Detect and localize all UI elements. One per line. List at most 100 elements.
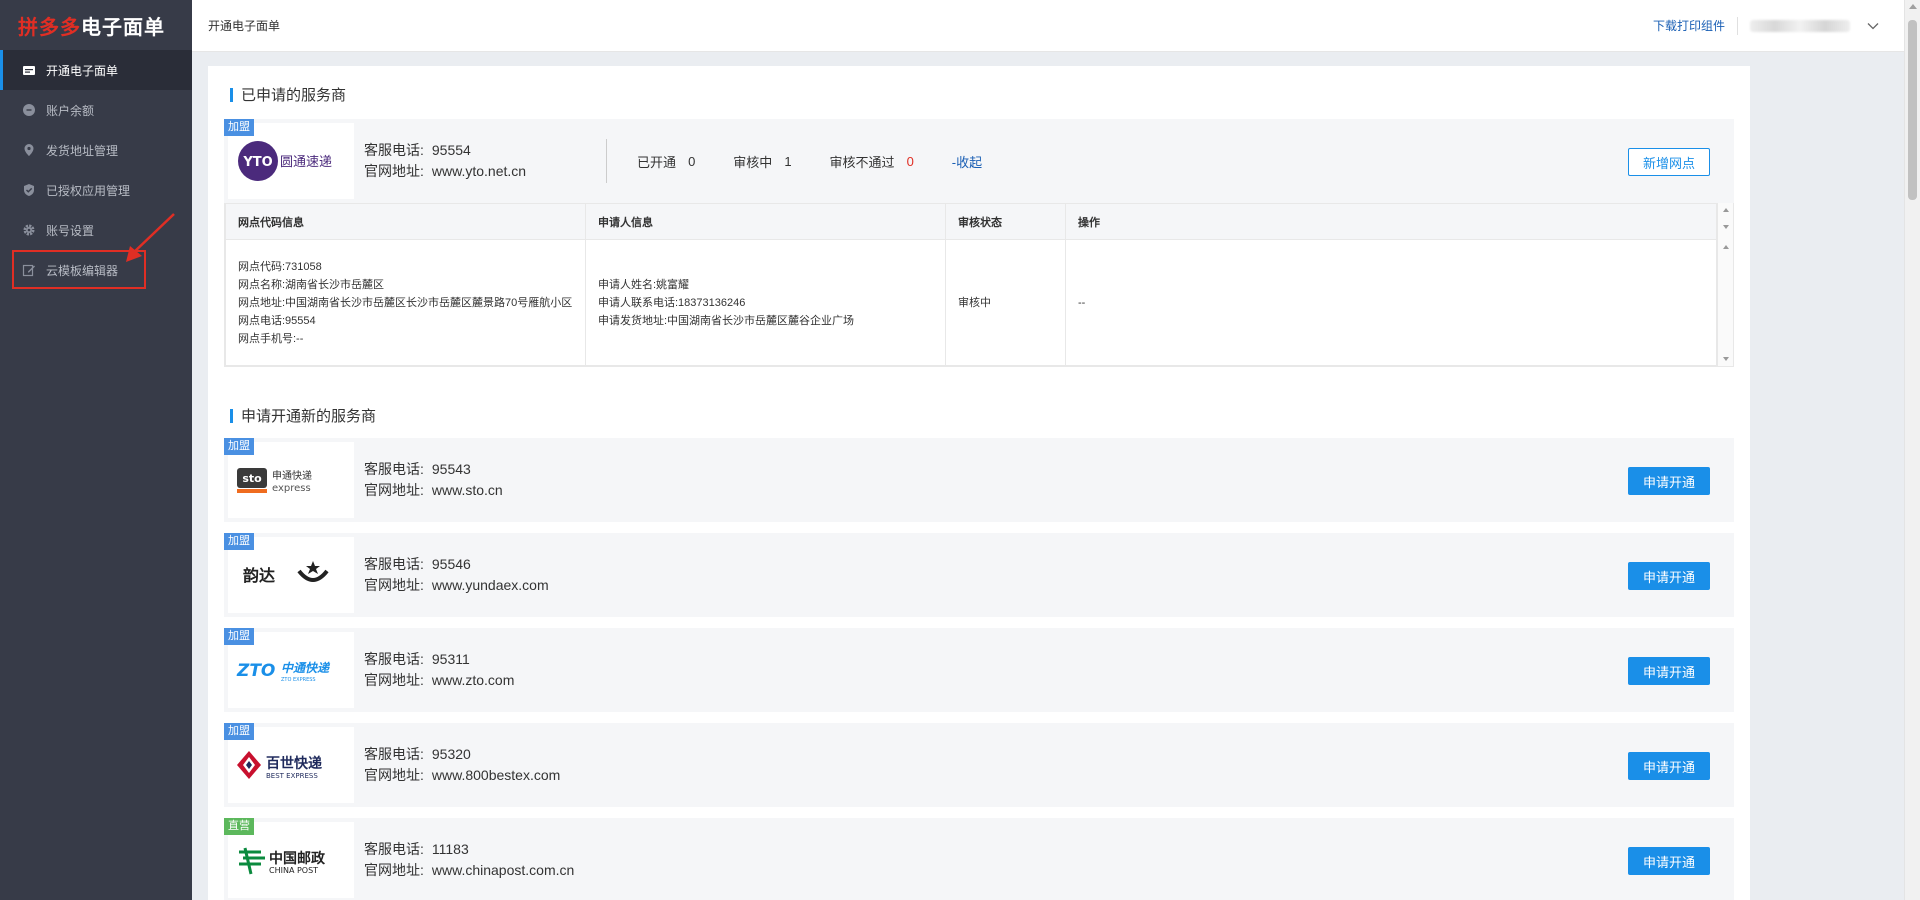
download-print-plugin-link[interactable]: 下载打印组件 bbox=[1653, 17, 1725, 34]
application-stats: 已开通 0 审核中 1 审核不通过 0 -收起 bbox=[606, 139, 994, 183]
site-value: www.sto.cn bbox=[431, 482, 503, 498]
svg-text:中通快递: 中通快递 bbox=[281, 661, 331, 675]
edit-icon bbox=[22, 263, 36, 277]
app-title: 电子面单 bbox=[81, 16, 165, 39]
column-header: 操作 bbox=[1065, 203, 1717, 240]
applicant-phone: 申请人联系电话:18373136246 bbox=[598, 296, 746, 309]
sidebar-item-open-waybill[interactable]: 开通电子面单 bbox=[0, 50, 192, 90]
apply-open-button[interactable]: 申请开通 bbox=[1628, 752, 1710, 780]
site-label: 官网地址: bbox=[364, 862, 424, 878]
provider-info: 客服电话: 95320 官网地址: www.800bestex.com bbox=[364, 744, 560, 786]
provider-row-sto: 加盟 sto 申通快递 express 客服电话: 95543 官网地址: www.… bbox=[224, 438, 1734, 522]
table-row: 网点代码:731058 网点名称:湖南省长沙市岳麓区 网点地址:中国湖南省长沙市… bbox=[225, 239, 1717, 366]
svg-text:百世快递: 百世快递 bbox=[266, 755, 322, 772]
provider-info: 客服电话: 11183 官网地址: www.chinapost.com.cn bbox=[364, 839, 574, 881]
scroll-up-arrow-icon[interactable] bbox=[1909, 4, 1917, 9]
provider-tag: 直营 bbox=[224, 818, 254, 835]
brand-name: 拼多多 bbox=[18, 16, 81, 39]
scroll-down-arrow-icon[interactable] bbox=[1723, 225, 1729, 229]
table-scrollbar[interactable] bbox=[1717, 203, 1733, 366]
applicant-name: 申请人姓名:姚富耀 bbox=[598, 278, 690, 291]
gear-icon bbox=[22, 223, 36, 237]
new-providers-section-title: 申请开通新的服务商 bbox=[230, 405, 1734, 426]
shield-check-icon bbox=[22, 183, 36, 197]
user-name-redacted[interactable] bbox=[1750, 19, 1850, 32]
sidebar-item-cloud-template-editor[interactable]: 云模板编辑器 bbox=[0, 250, 192, 290]
sidebar-item-balance[interactable]: 账户余额 bbox=[0, 90, 192, 130]
rejected-label: 审核不通过 bbox=[829, 154, 895, 170]
apply-open-button[interactable]: 申请开通 bbox=[1628, 467, 1710, 495]
sto-logo-icon: sto 申通快递 express bbox=[237, 468, 312, 494]
action-cell: -- bbox=[1065, 239, 1717, 366]
outlet-address: 网点地址:中国湖南省长沙市岳麓区长沙市岳麓区麓景路70号雁航小区 bbox=[238, 296, 573, 309]
outlet-info-cell: 网点代码:731058 网点名称:湖南省长沙市岳麓区 网点地址:中国湖南省长沙市… bbox=[225, 239, 586, 366]
card-icon bbox=[22, 63, 36, 77]
apply-open-button[interactable]: 申请开通 bbox=[1628, 657, 1710, 685]
apply-open-button[interactable]: 申请开通 bbox=[1628, 847, 1710, 875]
scroll-up-arrow-icon[interactable] bbox=[1723, 245, 1729, 249]
svg-text:中国邮政: 中国邮政 bbox=[269, 850, 326, 867]
site-value: www.chinapost.com.cn bbox=[431, 862, 575, 878]
outlet-name: 网点名称:湖南省长沙市岳麓区 bbox=[238, 278, 385, 291]
china-post-logo-icon: 中国邮政 CHINA POST bbox=[239, 847, 326, 875]
svg-text:BEST EXPRESS: BEST EXPRESS bbox=[266, 772, 318, 780]
header-right: 下载打印组件 bbox=[1653, 16, 1904, 35]
sidebar: 拼多多 电子面单 开通电子面单 账户余额 发货地址管理 已授权应用管理 账号设置 … bbox=[0, 0, 192, 900]
coin-icon bbox=[22, 103, 36, 117]
add-outlet-button[interactable]: 新增网点 bbox=[1628, 148, 1710, 176]
phone-label: 客服电话: bbox=[364, 461, 424, 477]
site-label: 官网地址: bbox=[364, 672, 424, 688]
provider-row-china-post: 直营 中国邮政 CHINA POST 客服电话: 11183 官网地址: www.c… bbox=[224, 818, 1734, 900]
yto-logo-icon: YTO 圆通速递 bbox=[238, 141, 332, 181]
provider-tag: 加盟 bbox=[224, 438, 254, 455]
page-scrollbar[interactable] bbox=[1904, 0, 1920, 900]
sidebar-item-label: 账号设置 bbox=[46, 223, 95, 238]
sidebar-item-address[interactable]: 发货地址管理 bbox=[0, 130, 192, 170]
sidebar-item-label: 已授权应用管理 bbox=[46, 183, 131, 198]
svg-text:ZTO: ZTO bbox=[236, 661, 275, 681]
provider-tag: 加盟 bbox=[224, 533, 254, 550]
svg-text:申通快递: 申通快递 bbox=[272, 469, 312, 482]
phone-value: 95554 bbox=[431, 142, 471, 158]
scroll-down-arrow-icon[interactable] bbox=[1723, 357, 1729, 361]
provider-info: 客服电话: 95546 官网地址: www.yundaex.com bbox=[364, 554, 549, 596]
phone-label: 客服电话: bbox=[364, 651, 424, 667]
phone-value: 95320 bbox=[431, 746, 471, 762]
sidebar-item-account-settings[interactable]: 账号设置 bbox=[0, 210, 192, 250]
top-header: 开通电子面单 下载打印组件 bbox=[192, 0, 1904, 52]
scroll-up-arrow-icon[interactable] bbox=[1723, 208, 1729, 212]
phone-value: 11183 bbox=[431, 841, 469, 857]
site-value: www.zto.com bbox=[431, 672, 515, 688]
site-value: www.yundaex.com bbox=[431, 577, 549, 593]
site-label: 官网地址: bbox=[364, 163, 424, 179]
sidebar-item-authorized-apps[interactable]: 已授权应用管理 bbox=[0, 170, 192, 210]
applied-provider-row: 加盟 YTO 圆通速递 客服电话: 95554 官网地址: www.yto.net.… bbox=[224, 119, 1734, 203]
column-header: 申请人信息 bbox=[585, 203, 946, 240]
applied-section-title: 已申请的服务商 bbox=[230, 84, 1734, 105]
header-divider bbox=[1737, 16, 1738, 35]
provider-row-best: 加盟 百世快递 BEST EXPRESS 客服电话: 95320 官网地址: www… bbox=[224, 723, 1734, 807]
provider-tag: 加盟 bbox=[224, 723, 254, 740]
provider-info: 客服电话: 95554 官网地址: www.yto.net.cn bbox=[364, 140, 526, 182]
svg-text:圆通速递: 圆通速递 bbox=[280, 155, 332, 170]
outlet-phone: 网点电话:95554 bbox=[238, 314, 316, 327]
collapse-link[interactable]: -收起 bbox=[952, 152, 982, 171]
outlet-table: 网点代码信息 申请人信息 审核状态 操作 网点代码:731058 网点名称:湖南… bbox=[225, 203, 1717, 366]
phone-label: 客服电话: bbox=[364, 841, 424, 857]
chevron-down-icon[interactable] bbox=[1866, 19, 1880, 33]
scrollbar-thumb[interactable] bbox=[1908, 20, 1917, 200]
provider-row-zto: 加盟 ZTO 中通快递 ZTO EXPRESS 客服电话: 95311 官网地址:… bbox=[224, 628, 1734, 712]
apply-open-button[interactable]: 申请开通 bbox=[1628, 562, 1710, 590]
provider-info: 客服电话: 95543 官网地址: www.sto.cn bbox=[364, 459, 503, 501]
main-content: 已申请的服务商 加盟 YTO 圆通速递 客服电话: 95554 官网地址: www.… bbox=[208, 66, 1750, 900]
yunda-logo-icon: 韵达 bbox=[243, 561, 329, 585]
opened-count: 0 bbox=[688, 153, 696, 169]
sidebar-item-label: 发货地址管理 bbox=[46, 143, 119, 158]
sidebar-item-label: 云模板编辑器 bbox=[46, 263, 119, 278]
svg-text:sto: sto bbox=[242, 472, 262, 485]
sidebar-item-label: 开通电子面单 bbox=[46, 63, 119, 78]
site-label: 官网地址: bbox=[364, 767, 424, 783]
column-header: 网点代码信息 bbox=[225, 203, 586, 240]
site-value: www.800bestex.com bbox=[431, 767, 561, 783]
outlet-table-wrapper: 网点代码信息 申请人信息 审核状态 操作 网点代码:731058 网点名称:湖南… bbox=[224, 203, 1734, 367]
